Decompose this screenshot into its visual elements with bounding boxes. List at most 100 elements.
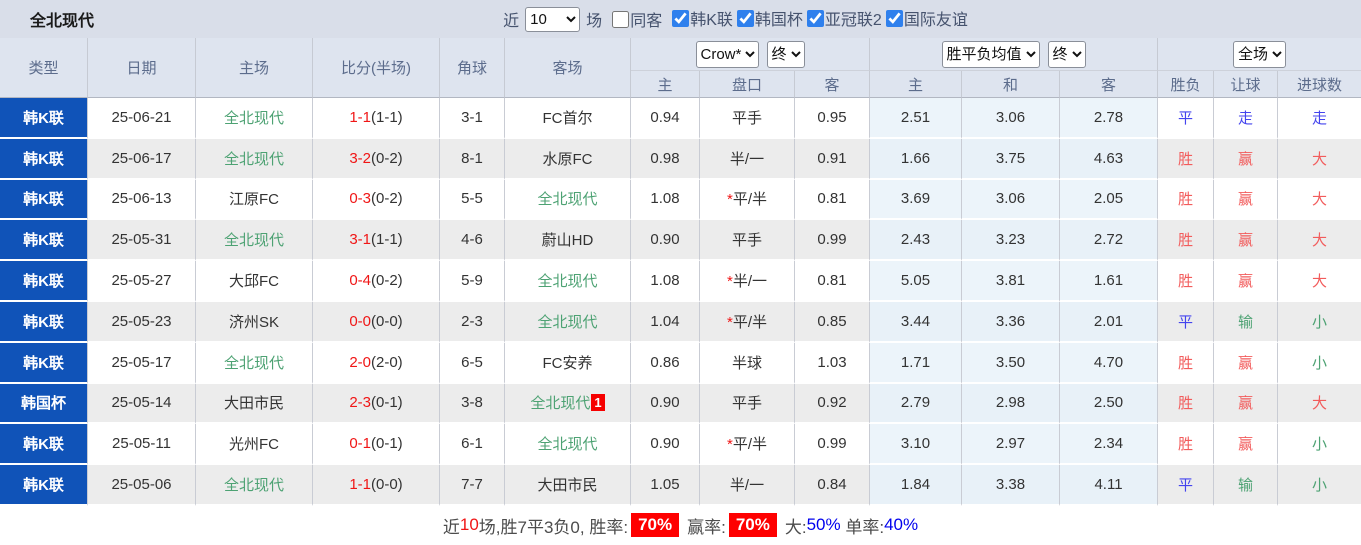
same-away-checkbox[interactable] xyxy=(612,11,629,28)
mean-home-cell: 2.51 xyxy=(870,98,962,139)
col-header-home: 主场 xyxy=(196,38,313,98)
handicap-text: 平/半 xyxy=(733,191,767,208)
away-odds-cell: 0.91 xyxy=(795,139,870,180)
match-date-cell: 25-05-23 xyxy=(88,302,196,343)
mean-home-cell: 1.84 xyxy=(870,465,962,506)
handicap-result-text: 赢 xyxy=(1238,395,1253,412)
full-time-score: 3-1 xyxy=(349,231,371,248)
mean-away-cell: 2.05 xyxy=(1060,180,1158,221)
corner-cell: 3-8 xyxy=(440,384,505,425)
away-team-name: 水原FC xyxy=(543,151,593,168)
league-checkbox-1[interactable] xyxy=(737,10,754,27)
near-label: 近 xyxy=(503,7,519,31)
home-team-cell: 大田市民 xyxy=(196,384,313,425)
win-rate-badge: 70% xyxy=(631,513,679,537)
mean-draw-cell: 2.97 xyxy=(962,424,1060,465)
league-filter-3: 国际友谊 xyxy=(882,6,968,30)
odds-company-select[interactable]: Crow* xyxy=(696,41,759,68)
score-cell: 0-3(0-2) xyxy=(313,180,440,221)
col-header-away: 客场 xyxy=(505,38,631,98)
mean-home-cell: 3.10 xyxy=(870,424,962,465)
half-time-score: (0-2) xyxy=(371,150,403,167)
over-rate-label: 大: xyxy=(785,513,807,538)
mean-odds-select[interactable]: 胜平负均值 xyxy=(942,41,1040,68)
home-odds-cell: 1.04 xyxy=(631,302,700,343)
goals-result-text: 大 xyxy=(1312,191,1327,208)
handicap-result-cell: 赢 xyxy=(1214,343,1278,384)
result-scope-select[interactable]: 全场 xyxy=(1233,41,1286,68)
handicap-result-cell: 走 xyxy=(1214,98,1278,139)
result-text: 平 xyxy=(1178,314,1193,331)
card-badge: 1 xyxy=(591,394,604,411)
league-label-3: 国际友谊 xyxy=(904,6,968,30)
league-type-cell: 韩K联 xyxy=(0,139,88,180)
league-checkbox-0[interactable] xyxy=(672,10,689,27)
home-team-cell: 济州SK xyxy=(196,302,313,343)
away-team-name: 全北现代 xyxy=(537,273,597,290)
half-time-score: (0-1) xyxy=(371,435,403,452)
odds-state-select[interactable]: 终 xyxy=(767,41,805,68)
goals-result-cell: 大 xyxy=(1278,139,1361,180)
half-time-score: (2-0) xyxy=(371,354,403,371)
mean-home-cell: 3.69 xyxy=(870,180,962,221)
mean-home-cell: 5.05 xyxy=(870,261,962,302)
half-time-score: (0-0) xyxy=(371,476,403,493)
mean-draw-cell: 3.36 xyxy=(962,302,1060,343)
handicap-result-cell: 输 xyxy=(1214,465,1278,506)
mean-header-cell: 胜平负均值终 xyxy=(870,38,1158,71)
mean-draw-cell: 3.06 xyxy=(962,98,1060,139)
goals-result-cell: 小 xyxy=(1278,343,1361,384)
league-type-cell: 韩K联 xyxy=(0,220,88,261)
result-text: 平 xyxy=(1178,477,1193,494)
away-odds-cell: 1.03 xyxy=(795,343,870,384)
away-team-cell: FC安养 xyxy=(505,343,631,384)
league-type-cell: 韩K联 xyxy=(0,261,88,302)
summary-bar: 近10场,胜7平3负0, 胜率:70%赢率:70%大:50% 单率:40% xyxy=(0,506,1361,545)
mean-state-select[interactable]: 终 xyxy=(1048,41,1086,68)
page-title: 全北现代 xyxy=(30,7,94,31)
home-team-cell: 全北现代 xyxy=(196,98,313,139)
mean-draw-cell: 2.98 xyxy=(962,384,1060,425)
handicap-result-text: 赢 xyxy=(1238,191,1253,208)
home-team-name: 江原FC xyxy=(229,191,279,208)
handicap-cell: *半/一 xyxy=(700,261,795,302)
mean-away-cell: 4.11 xyxy=(1060,465,1158,506)
home-odds-cell: 0.90 xyxy=(631,424,700,465)
score-cell: 2-0(2-0) xyxy=(313,343,440,384)
away-team-cell: 全北现代 xyxy=(505,302,631,343)
home-team-name: 全北现代 xyxy=(224,355,284,372)
result-text: 平 xyxy=(1178,110,1193,127)
match-date-cell: 25-05-27 xyxy=(88,261,196,302)
handicap-rate-badge: 70% xyxy=(729,513,777,537)
league-type-cell: 韩K联 xyxy=(0,424,88,465)
handicap-result-cell: 输 xyxy=(1214,302,1278,343)
handicap-result-text: 赢 xyxy=(1238,436,1253,453)
score-cell: 2-3(0-1) xyxy=(313,384,440,425)
mean-home-cell: 3.44 xyxy=(870,302,962,343)
league-checkbox-2[interactable] xyxy=(807,10,824,27)
away-team-name: 全北现代 xyxy=(530,395,590,412)
away-team-cell: 蔚山HD xyxy=(505,220,631,261)
handicap-text: 平手 xyxy=(732,395,762,412)
half-time-score: (0-2) xyxy=(371,272,403,289)
home-odds-cell: 0.90 xyxy=(631,220,700,261)
subcol-handicap: 盘口 xyxy=(700,71,795,98)
league-filter-0: 韩K联 xyxy=(668,6,733,30)
league-checkbox-3[interactable] xyxy=(886,10,903,27)
match-date-cell: 25-05-06 xyxy=(88,465,196,506)
goals-result-text: 走 xyxy=(1312,110,1327,127)
mean-draw-cell: 3.23 xyxy=(962,220,1060,261)
handicap-result-cell: 赢 xyxy=(1214,424,1278,465)
handicap-text: 平手 xyxy=(732,232,762,249)
home-team-cell: 江原FC xyxy=(196,180,313,221)
full-time-score: 0-4 xyxy=(349,272,371,289)
corner-cell: 8-1 xyxy=(440,139,505,180)
mean-draw-cell: 3.81 xyxy=(962,261,1060,302)
home-team-name: 大田市民 xyxy=(224,395,284,412)
mean-home-cell: 1.71 xyxy=(870,343,962,384)
home-odds-cell: 1.08 xyxy=(631,180,700,221)
mean-away-cell: 2.34 xyxy=(1060,424,1158,465)
mean-away-cell: 4.63 xyxy=(1060,139,1158,180)
match-count-select[interactable]: 10 xyxy=(525,7,580,32)
odd-rate-label: 单率: xyxy=(841,513,884,538)
